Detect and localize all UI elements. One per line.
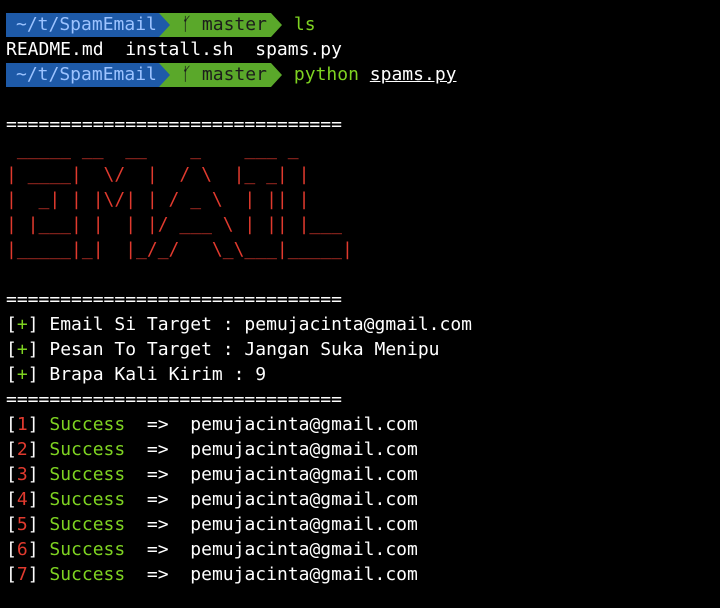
- command-python: python spams.py: [294, 62, 457, 87]
- prompt-git-segment: ᚶ master: [169, 12, 271, 37]
- result-number: 2: [16, 439, 28, 460]
- info-bracket: ]: [27, 314, 39, 335]
- result-row: [5] Success => pemujacinta@gmail.com: [6, 514, 418, 535]
- prompt-separator-arrow: [158, 62, 170, 87]
- result-row: [4] Success => pemujacinta@gmail.com: [6, 489, 418, 510]
- result-status: Success: [49, 514, 126, 535]
- result-row: [2] Success => pemujacinta@gmail.com: [6, 439, 418, 460]
- shell-prompt: ~/t/SpamEmail ᚶ master python spams.py: [0, 62, 720, 87]
- prompt-git-segment: ᚶ master: [169, 62, 271, 87]
- result-email: pemujacinta@gmail.com: [190, 439, 418, 460]
- ascii-banner-line: _____ __ __ _ ___ _: [6, 139, 299, 160]
- info-text: Pesan To Target : Jangan Suka Menipu: [38, 339, 440, 360]
- prompt-directory: ~/t/SpamEmail: [6, 62, 159, 87]
- shell-prompt: ~/t/SpamEmail ᚶ master ls: [0, 12, 720, 37]
- info-plus-mark: +: [16, 314, 28, 335]
- result-row: [6] Success => pemujacinta@gmail.com: [6, 539, 418, 560]
- info-line: [+] Brapa Kali Kirim : 9: [0, 362, 720, 387]
- result-number: 6: [16, 539, 28, 560]
- result-email: pemujacinta@gmail.com: [190, 489, 418, 510]
- result-status: Success: [49, 439, 126, 460]
- result-number: 4: [16, 489, 28, 510]
- result-number: 7: [16, 564, 28, 585]
- result-arrow: =>: [125, 514, 191, 535]
- prompt-end-arrow: [270, 12, 282, 37]
- git-branch-icon: ᚶ: [181, 63, 193, 85]
- result-row: [3] Success => pemujacinta@gmail.com: [6, 464, 418, 485]
- info-bracket: ]: [27, 364, 39, 385]
- result-email: pemujacinta@gmail.com: [190, 414, 418, 435]
- result-status: Success: [49, 539, 126, 560]
- info-text: Email Si Target : pemujacinta@gmail.com: [38, 314, 473, 335]
- result-email: pemujacinta@gmail.com: [190, 514, 418, 535]
- separator-line: ===============================: [6, 389, 342, 410]
- ls-output: README.md install.sh spams.py: [6, 39, 342, 60]
- result-arrow: =>: [125, 414, 191, 435]
- result-arrow: =>: [125, 439, 191, 460]
- info-line: [+] Pesan To Target : Jangan Suka Menipu: [0, 337, 720, 362]
- prompt-directory: ~/t/SpamEmail: [6, 12, 159, 37]
- result-arrow: =>: [125, 489, 191, 510]
- result-arrow: =>: [125, 564, 191, 585]
- separator-line: ===============================: [6, 289, 342, 310]
- info-bracket: [: [6, 314, 17, 335]
- prompt-branch: master: [201, 13, 267, 35]
- result-number: 1: [16, 414, 28, 435]
- prompt-branch: master: [201, 63, 267, 85]
- info-bracket: ]: [27, 339, 39, 360]
- result-email: pemujacinta@gmail.com: [190, 464, 418, 485]
- info-bracket: [: [6, 364, 17, 385]
- result-status: Success: [49, 489, 126, 510]
- result-email: pemujacinta@gmail.com: [190, 539, 418, 560]
- result-status: Success: [49, 564, 126, 585]
- info-line: [+] Email Si Target : pemujacinta@gmail.…: [0, 312, 720, 337]
- info-text: Brapa Kali Kirim : 9: [38, 364, 267, 385]
- command-argument: spams.py: [369, 64, 457, 85]
- ascii-banner-line: | ____| \/ | / \ |_ _| |: [6, 164, 310, 185]
- prompt-separator-arrow: [158, 12, 170, 37]
- terminal-window[interactable]: ~/t/SpamEmail ᚶ master ls README.md inst…: [0, 0, 720, 608]
- result-arrow: =>: [125, 539, 191, 560]
- result-number: 5: [16, 514, 28, 535]
- result-row: [7] Success => pemujacinta@gmail.com: [6, 564, 418, 585]
- info-plus-mark: +: [16, 339, 28, 360]
- prompt-end-arrow: [270, 62, 282, 87]
- result-arrow: =>: [125, 464, 191, 485]
- info-bracket: [: [6, 339, 17, 360]
- command-program: python: [293, 64, 359, 85]
- result-row: [1] Success => pemujacinta@gmail.com: [6, 414, 418, 435]
- result-number: 3: [16, 464, 28, 485]
- separator-line: ===============================: [6, 114, 342, 135]
- info-plus-mark: +: [16, 364, 28, 385]
- result-email: pemujacinta@gmail.com: [190, 564, 418, 585]
- result-status: Success: [49, 414, 126, 435]
- git-branch-icon: ᚶ: [181, 13, 193, 35]
- ascii-banner-line: | |___| | | |/ ___ \ | || |___: [6, 214, 342, 235]
- command-ls: ls: [293, 14, 316, 35]
- result-status: Success: [49, 464, 126, 485]
- ascii-banner-line: | _| | |\/| | / _ \ | || |: [6, 189, 310, 210]
- ascii-banner-line: |_____|_| |_/_/ \_\___|_____|: [6, 239, 353, 260]
